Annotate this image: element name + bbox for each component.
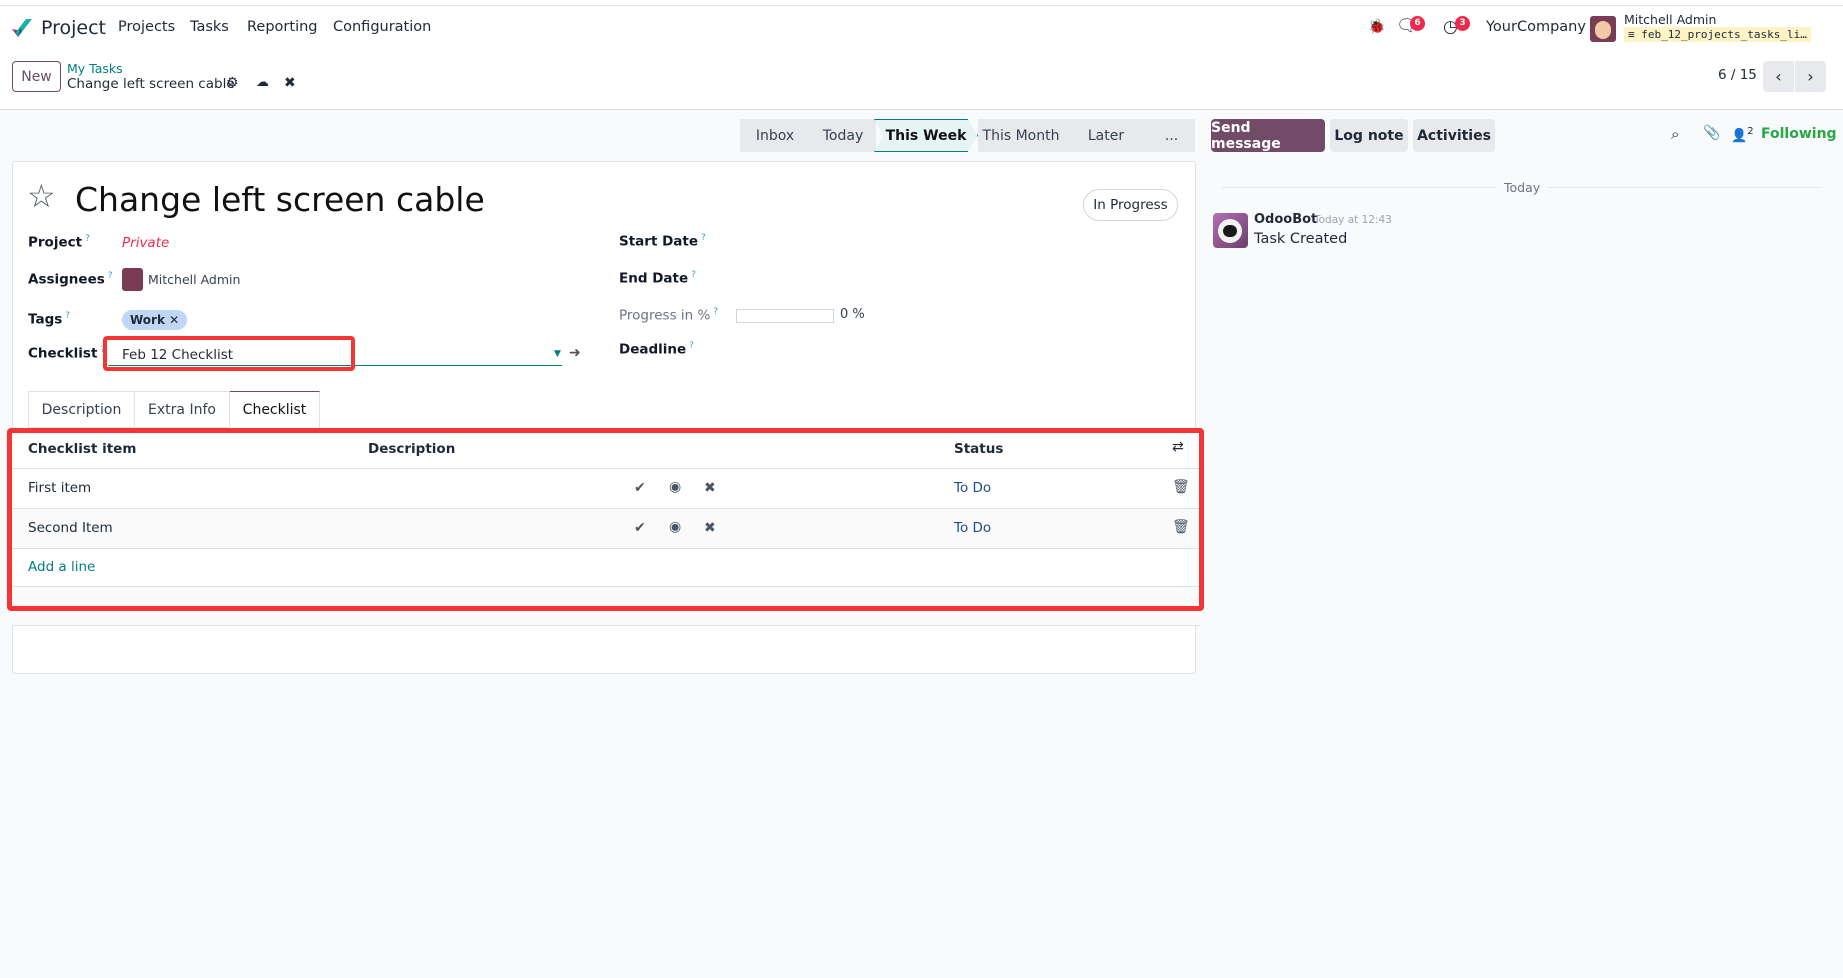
tags-label: Tags? bbox=[28, 311, 71, 328]
log-note-button[interactable]: Log note bbox=[1330, 119, 1408, 152]
chat-count-badge: 6 bbox=[1410, 16, 1425, 31]
message-body: Task Created bbox=[1254, 231, 1348, 247]
user-avatar[interactable] bbox=[1590, 16, 1616, 42]
progress-bar bbox=[736, 309, 834, 323]
database-name: ≡ feb_12_projects_tasks_li… bbox=[1624, 27, 1811, 42]
app-name[interactable]: Project bbox=[41, 17, 106, 39]
odoobot-avatar bbox=[1213, 213, 1248, 248]
deadline-label: Deadline? bbox=[619, 341, 694, 358]
assignee-avatar bbox=[122, 268, 143, 291]
bug-icon[interactable]: 🐞 bbox=[1368, 19, 1385, 35]
date-separator: Today bbox=[1496, 180, 1549, 195]
database-label: feb_12_projects_tasks_li… bbox=[1641, 28, 1807, 41]
start-date-label: Start Date? bbox=[619, 233, 706, 250]
checklist-label: Checklist? bbox=[28, 345, 106, 362]
gear-icon[interactable]: ⚙ bbox=[226, 75, 239, 91]
stage-inbox[interactable]: Inbox bbox=[740, 119, 810, 152]
followers-icon[interactable]: 👤2 bbox=[1731, 126, 1754, 143]
pager-next-button[interactable]: › bbox=[1795, 61, 1826, 92]
database-icon: ≡ bbox=[1628, 28, 1642, 41]
progress-value: 0 % bbox=[840, 307, 865, 322]
assignee-name[interactable]: Mitchell Admin bbox=[148, 272, 240, 287]
end-date-label: End Date? bbox=[619, 270, 696, 287]
dropdown-caret-icon[interactable]: ▼ bbox=[554, 349, 561, 359]
message-author[interactable]: OdooBot bbox=[1254, 212, 1317, 227]
priority-star-icon[interactable]: ☆ bbox=[27, 180, 56, 212]
breadcrumb-my-tasks[interactable]: My Tasks bbox=[67, 61, 123, 76]
menu-reporting[interactable]: Reporting bbox=[247, 19, 318, 35]
stage-today[interactable]: Today bbox=[810, 119, 876, 152]
followers-count: 2 bbox=[1747, 126, 1754, 137]
highlight-box bbox=[103, 336, 355, 371]
stage-more[interactable]: ... bbox=[1148, 119, 1195, 152]
discard-icon[interactable]: ✖ bbox=[284, 75, 296, 91]
search-messages-icon[interactable]: ⌕ bbox=[1671, 125, 1679, 143]
task-title[interactable]: Change left screen cable bbox=[75, 180, 485, 219]
tag-work[interactable]: Work ✕ bbox=[122, 310, 188, 330]
divider bbox=[0, 5, 1843, 6]
attachment-icon[interactable]: 📎 bbox=[1703, 125, 1720, 141]
tab-description[interactable]: Description bbox=[28, 391, 135, 428]
stage-later[interactable]: Later bbox=[1064, 119, 1148, 152]
new-button[interactable]: New bbox=[12, 61, 61, 92]
following-button[interactable]: Following bbox=[1761, 126, 1837, 142]
send-message-button[interactable]: Send message bbox=[1211, 119, 1325, 152]
open-record-arrow-icon[interactable]: ➜ bbox=[569, 345, 581, 361]
stage-this-week[interactable]: This Week bbox=[874, 119, 978, 152]
state-button[interactable]: In Progress bbox=[1083, 189, 1178, 221]
message-time: Today at 12:43 bbox=[1314, 214, 1392, 226]
project-app-logo-icon[interactable] bbox=[10, 17, 34, 39]
project-label: Project? bbox=[28, 234, 90, 251]
tab-extra-info[interactable]: Extra Info bbox=[135, 391, 230, 428]
pager-value[interactable]: 6 / 15 bbox=[1718, 67, 1757, 83]
activity-count-badge: 3 bbox=[1455, 16, 1470, 31]
menu-tasks[interactable]: Tasks bbox=[190, 19, 229, 35]
stage-this-month[interactable]: This Month bbox=[978, 119, 1064, 152]
project-value[interactable]: Private bbox=[122, 235, 169, 251]
assignees-label: Assignees? bbox=[28, 271, 113, 288]
progress-label: Progress in %? bbox=[619, 307, 719, 324]
tag-label: Work bbox=[130, 313, 165, 327]
remove-tag-icon[interactable]: ✕ bbox=[169, 313, 179, 327]
top-header: Project Projects Tasks Reporting Configu… bbox=[0, 0, 1843, 110]
menu-projects[interactable]: Projects bbox=[118, 19, 175, 35]
pager-previous-button[interactable]: ‹ bbox=[1763, 61, 1794, 92]
table-highlight-box bbox=[7, 428, 1204, 611]
user-name[interactable]: Mitchell Admin bbox=[1624, 12, 1716, 27]
tab-checklist[interactable]: Checklist bbox=[230, 391, 320, 428]
breadcrumb-current: Change left screen cable bbox=[67, 76, 235, 92]
activities-button[interactable]: Activities bbox=[1413, 119, 1495, 152]
cloud-upload-icon[interactable]: ☁ bbox=[256, 75, 269, 90]
menu-configuration[interactable]: Configuration bbox=[333, 19, 431, 35]
company-switcher[interactable]: YourCompany bbox=[1486, 19, 1586, 35]
